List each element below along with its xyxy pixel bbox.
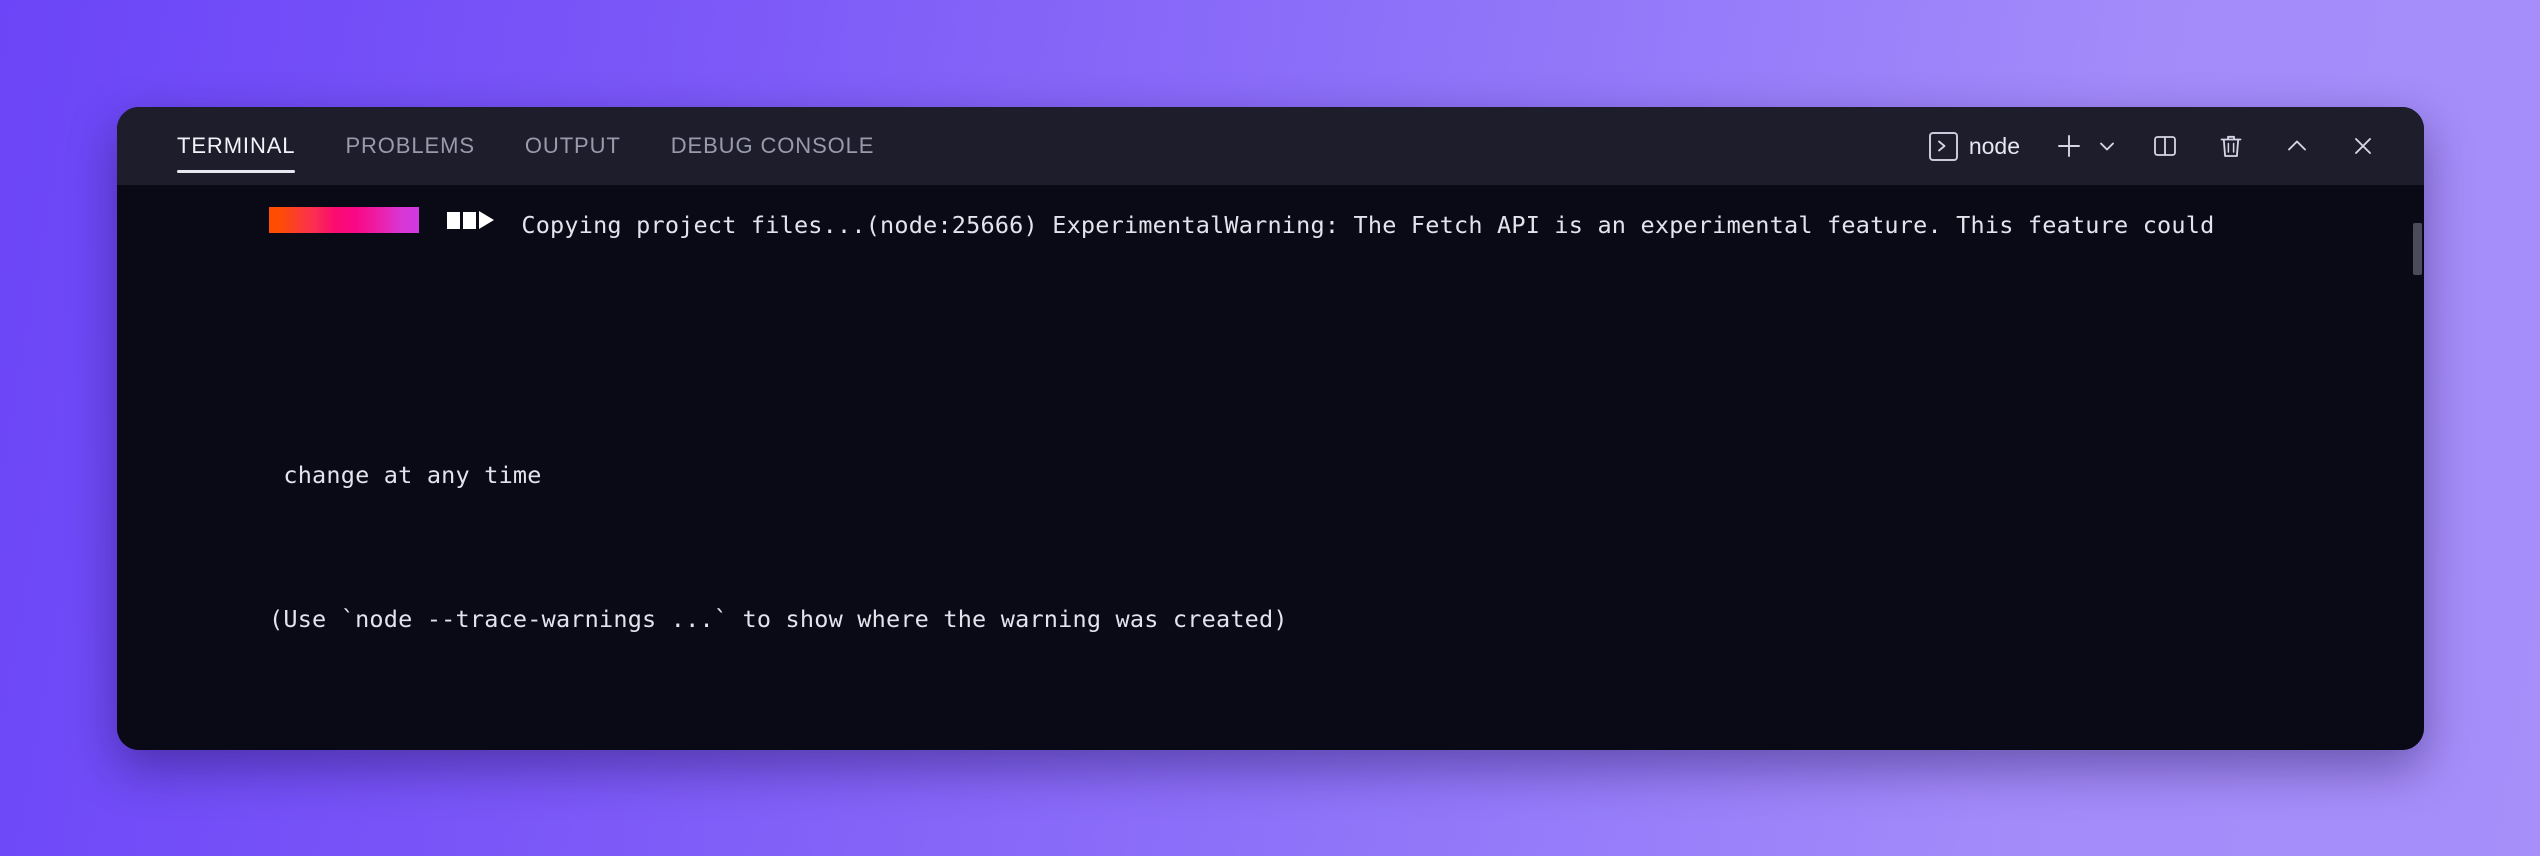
terminal-line-template-copied-text: Template copied! — [283, 749, 527, 750]
tab-problems-label: PROBLEMS — [345, 133, 475, 158]
astro-brand-gradient-bar — [269, 207, 419, 233]
terminal-output-area[interactable]: Copying project files...(node:25666) Exp… — [117, 185, 2424, 750]
panel-tabbar: TERMINAL PROBLEMS OUTPUT DEBUG CONSOLE — [147, 107, 924, 185]
active-terminal-label: node — [1968, 132, 2020, 159]
chevron-down-icon[interactable] — [2092, 123, 2122, 169]
toolbar-spacer-3 — [2188, 146, 2208, 147]
progress-block-1 — [447, 211, 460, 229]
terminal-line-template-copied: ✓ Template copied! — [269, 745, 2424, 750]
toolbar-spacer-4 — [2254, 146, 2274, 147]
plus-icon[interactable] — [2046, 123, 2092, 169]
toolbar-spacer-2 — [2122, 146, 2142, 147]
trash-icon[interactable] — [2208, 123, 2254, 169]
progress-block-2 — [463, 211, 476, 229]
tab-output-label: OUTPUT — [524, 133, 621, 158]
close-x-icon[interactable] — [2340, 123, 2386, 169]
tab-terminal-label: TERMINAL — [177, 133, 296, 158]
toolbar-spacer-1 — [2026, 146, 2046, 147]
split-panel-icon[interactable] — [2142, 123, 2188, 169]
terminal-line-1: Copying project files...(node:25666) Exp… — [507, 211, 2215, 239]
active-terminal-selector[interactable]: node — [1923, 123, 2026, 169]
terminal-toolbar: node — [1923, 107, 2394, 185]
terminal-panel: TERMINAL PROBLEMS OUTPUT DEBUG CONSOLE n… — [117, 107, 2424, 750]
toolbar-spacer-5 — [2320, 146, 2340, 147]
progress-arrow — [479, 211, 494, 229]
check-icon-template: ✓ — [269, 749, 283, 750]
terminal-panel-header: TERMINAL PROBLEMS OUTPUT DEBUG CONSOLE n… — [117, 107, 2424, 185]
terminal-line-3: (Use `node --trace-warnings ...` to show… — [269, 605, 1288, 633]
terminal-prompt-icon — [1928, 131, 1958, 161]
chevron-up-icon[interactable] — [2274, 123, 2320, 169]
terminal-lines: change at any time (Use `node --trace-wa… — [117, 205, 2424, 750]
tab-output[interactable]: OUTPUT — [525, 107, 621, 185]
tab-problems[interactable]: PROBLEMS — [345, 107, 474, 185]
tab-debug-console-label: DEBUG CONSOLE — [670, 133, 875, 158]
tab-debug-console[interactable]: DEBUG CONSOLE — [671, 107, 875, 185]
terminal-scrollbar-thumb[interactable] — [2413, 223, 2422, 275]
terminal-scrollbar[interactable] — [2410, 185, 2424, 750]
tab-terminal[interactable]: TERMINAL — [177, 107, 296, 185]
terminal-line-2: change at any time — [269, 461, 542, 489]
progress-glyph-icon — [447, 211, 494, 229]
terminal-line-1-spacer — [269, 313, 2424, 349]
